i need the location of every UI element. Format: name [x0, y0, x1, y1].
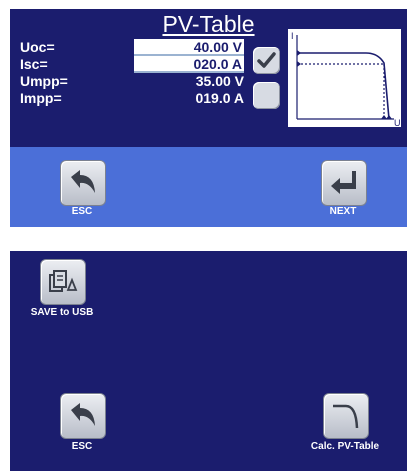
mpp-checkbox[interactable] — [253, 82, 280, 109]
usb-save-icon — [49, 270, 78, 292]
esc-label: ESC — [71, 206, 93, 217]
impp-label: Impp= — [20, 90, 62, 106]
use-values-checkbox[interactable] — [253, 47, 280, 74]
curve-icon — [333, 404, 359, 429]
undo-arrow-icon — [71, 170, 95, 193]
esc-button[interactable] — [60, 160, 106, 206]
umpp-value: 35.00 V — [195, 73, 244, 89]
next-label: NEXT — [329, 206, 357, 217]
isc-label: Isc= — [20, 56, 48, 72]
uoc-label: Uoc= — [20, 39, 55, 55]
button-bar: ESC NEXT — [10, 147, 407, 227]
pv-curve-graph: I U — [288, 29, 401, 127]
y-axis-label: I — [291, 31, 294, 41]
calc-pv-table-button[interactable] — [323, 393, 369, 439]
save-to-usb-button[interactable] — [40, 259, 86, 305]
save-to-usb-label: SAVE to USB — [30, 307, 94, 318]
umpp-label: Umpp= — [20, 73, 68, 89]
enter-arrow-icon — [331, 171, 356, 194]
undo-arrow-icon — [71, 403, 95, 426]
pv-table-screen: PV-Table Uoc= 40.00 V Isc= 020.0 A Umpp=… — [10, 9, 407, 227]
pv-options-screen: SAVE to USB ESC Calc. PV-Table — [10, 251, 407, 471]
esc-button-2[interactable] — [60, 393, 106, 439]
impp-value: 019.0 A — [195, 90, 244, 106]
checkmark-icon — [257, 52, 276, 68]
isc-input[interactable]: 020.0 A — [134, 56, 244, 73]
uoc-input[interactable]: 40.00 V — [134, 39, 244, 56]
calc-pv-table-label: Calc. PV-Table — [310, 441, 380, 452]
x-axis-label: U — [394, 118, 401, 127]
next-button[interactable] — [321, 160, 367, 206]
esc-label-2: ESC — [71, 441, 93, 452]
